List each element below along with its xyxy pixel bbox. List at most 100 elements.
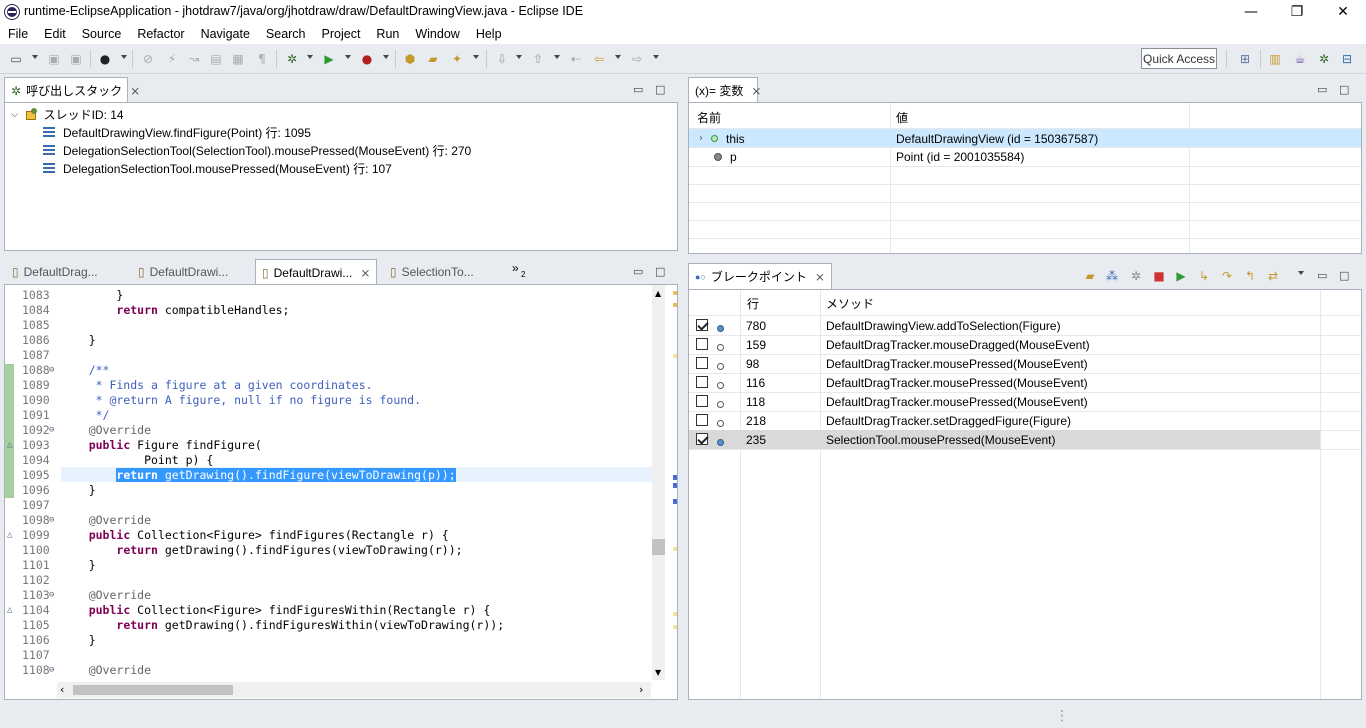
step-into-icon[interactable]: ↳ xyxy=(1196,268,1212,284)
minimize-view-icon[interactable]: ▭ xyxy=(633,83,643,96)
editor-tab[interactable]: ▯ DefaultDrag... xyxy=(6,259,104,285)
minimize-button[interactable]: — xyxy=(1228,0,1274,24)
ruler-warning-mark[interactable] xyxy=(673,303,677,307)
close-button[interactable]: ✕ xyxy=(1320,0,1366,24)
external-dropdown-icon[interactable] xyxy=(383,55,389,59)
other-perspective-icon[interactable]: ⊟ xyxy=(1339,51,1355,67)
minimize-view-icon[interactable]: ▭ xyxy=(633,265,643,278)
forward-icon[interactable]: ⇨ xyxy=(629,51,645,67)
breakpoint-enabled-checkbox[interactable] xyxy=(696,357,708,369)
menu-refactor[interactable]: Refactor xyxy=(129,27,192,41)
maximize-view-icon[interactable]: □ xyxy=(1339,83,1349,96)
run-external-icon[interactable]: ● xyxy=(359,51,375,67)
override-marker-icon[interactable]: △ xyxy=(7,528,12,543)
back-dropdown-icon[interactable] xyxy=(615,55,621,59)
skip-breakpoints-icon[interactable]: ⊘ xyxy=(140,51,156,67)
maximize-view-icon[interactable]: □ xyxy=(1339,269,1349,282)
code-line[interactable]: 1089 * Finds a figure at a given coordin… xyxy=(5,378,651,393)
code-line[interactable]: 1084 return compatibleHandles; xyxy=(5,303,651,318)
scroll-up-icon[interactable]: ▲ xyxy=(655,289,661,298)
variable-row-p[interactable]: p xyxy=(714,147,737,166)
column-header-value[interactable]: 値 xyxy=(896,106,908,128)
code-line[interactable]: 1096 } xyxy=(5,483,651,498)
ruler-mark[interactable] xyxy=(673,625,677,629)
step-return-icon[interactable]: ↰ xyxy=(1242,268,1258,284)
code-line[interactable]: 1100 return getDrawing().findFigures(vie… xyxy=(5,543,651,558)
prev-annotation-icon[interactable]: ⇧ xyxy=(530,51,546,67)
fold-toggle-icon[interactable]: ⊖ xyxy=(49,663,54,678)
menu-file[interactable]: File xyxy=(0,27,36,41)
step-icon[interactable]: ↝ xyxy=(186,51,202,67)
ruler-breakpoint-mark[interactable] xyxy=(673,475,677,480)
editor-tab[interactable]: ▯ SelectionTo... xyxy=(384,259,480,285)
debug-settings-icon[interactable]: ✲ xyxy=(1128,268,1144,284)
variable-row-this-expand[interactable]: › this xyxy=(699,129,745,148)
column-header-method[interactable]: メソッド xyxy=(826,292,874,314)
close-icon[interactable]: ⨯ xyxy=(130,84,140,98)
drop-frame-icon[interactable]: ▤ xyxy=(208,51,224,67)
back-icon[interactable]: ⇦ xyxy=(591,51,607,67)
menu-project[interactable]: Project xyxy=(314,27,369,41)
scroll-right-icon[interactable]: › xyxy=(639,683,643,696)
code-line[interactable]: 1087 xyxy=(5,348,651,363)
fold-toggle-icon[interactable]: ⊖ xyxy=(49,513,54,528)
breakpoint-enabled-checkbox[interactable] xyxy=(696,319,708,331)
breakpoint-row[interactable]: 780 DefaultDrawingView.addToSelection(Fig… xyxy=(689,316,1320,335)
override-marker-icon[interactable]: △ xyxy=(7,438,12,453)
code-line[interactable]: 1101 } xyxy=(5,558,651,573)
code-line[interactable]: 1090 * @return A figure, null if no figu… xyxy=(5,393,651,408)
code-line[interactable]: 1086 } xyxy=(5,333,651,348)
code-line[interactable]: 1103 ⊖ @Override xyxy=(5,588,651,603)
quick-access-input[interactable]: Quick Access xyxy=(1141,48,1217,69)
breakpoint-row[interactable]: 118 DefaultDragTracker.mousePressed(Mouse… xyxy=(689,392,1320,411)
h-scrollbar-thumb[interactable] xyxy=(73,685,233,695)
run-icon[interactable]: ▶ xyxy=(321,51,337,67)
java-perspective-icon[interactable]: ☕ xyxy=(1292,51,1308,67)
chevron-down-icon[interactable]: ⌵ xyxy=(11,109,19,120)
open-type-icon[interactable]: ⬢ xyxy=(402,51,418,67)
thread-row[interactable]: ⌵ スレッドID: 14 xyxy=(11,105,124,123)
code-line[interactable]: 1093 △ public Figure findFigure( xyxy=(5,438,651,453)
save-all-icon[interactable]: ▣ xyxy=(68,51,84,67)
stack-frame-row[interactable]: DelegationSelectionTool.mousePressed(Mou… xyxy=(43,159,392,177)
code-line[interactable]: 1105 return getDrawing().findFiguresWith… xyxy=(5,618,651,633)
pilcrow-icon[interactable]: ¶ xyxy=(254,51,270,67)
editor-tab-active[interactable]: ▯ DefaultDrawi... ⨯ xyxy=(255,259,378,285)
code-line[interactable]: 1099 △ public Collection<Figure> findFigu… xyxy=(5,528,651,543)
open-perspective-icon[interactable]: ⊞ xyxy=(1237,51,1253,67)
maximize-view-icon[interactable]: □ xyxy=(655,83,665,96)
drop-to-frame-icon[interactable]: ⇄ xyxy=(1265,268,1281,284)
tab-callstack[interactable]: ✲ 呼び出しスタック ⨯ xyxy=(4,77,140,103)
use-step-filters-icon[interactable]: ▦ xyxy=(230,51,246,67)
ruler-breakpoint-mark[interactable] xyxy=(673,483,677,488)
forward-dropdown-icon[interactable] xyxy=(653,55,659,59)
scrollbar-thumb[interactable] xyxy=(652,539,665,555)
minimize-view-icon[interactable]: ▭ xyxy=(1317,83,1327,96)
code-line[interactable]: 1095 return getDrawing().findFigure(view… xyxy=(5,468,651,483)
code-line[interactable]: 1106 } xyxy=(5,633,651,648)
code-line[interactable]: 1097 xyxy=(5,498,651,513)
menu-navigate[interactable]: Navigate xyxy=(193,27,258,41)
prev-annotation-dropdown-icon[interactable] xyxy=(554,55,560,59)
breakpoint-enabled-checkbox[interactable] xyxy=(696,414,708,426)
expand-all-icon[interactable]: ⁂ xyxy=(1104,268,1120,284)
code-line[interactable]: 1094 Point p) { xyxy=(5,453,651,468)
breakpoint-row[interactable]: 235 SelectionTool.mousePressed(MouseEvent… xyxy=(689,430,1320,449)
step-over-icon[interactable]: ↷ xyxy=(1219,268,1235,284)
debug-user-icon[interactable]: ● xyxy=(97,51,113,67)
breakpoint-enabled-checkbox[interactable] xyxy=(696,395,708,407)
menu-source[interactable]: Source xyxy=(74,27,130,41)
last-edit-icon[interactable]: ⇠ xyxy=(568,51,584,67)
breakpoint-enabled-checkbox[interactable] xyxy=(696,376,708,388)
breakpoint-row[interactable]: 159 DefaultDragTracker.mouseDragged(Mouse… xyxy=(689,335,1320,354)
run-dropdown-icon[interactable] xyxy=(345,55,351,59)
maximize-button[interactable]: ❐ xyxy=(1274,0,1320,24)
stack-frame-row[interactable]: DelegationSelectionTool(SelectionTool).m… xyxy=(43,141,471,159)
breakpoint-row[interactable]: 116 DefaultDragTracker.mousePressed(Mouse… xyxy=(689,373,1320,392)
search-dropdown-icon[interactable] xyxy=(473,55,479,59)
save-icon[interactable]: ▣ xyxy=(46,51,62,67)
code-line[interactable]: 1088 ⊖ /** xyxy=(5,363,651,378)
search-tool-icon[interactable]: ✦ xyxy=(449,51,465,67)
code-line[interactable]: 1102 xyxy=(5,573,651,588)
terminate-icon[interactable]: ■ xyxy=(1151,268,1167,284)
